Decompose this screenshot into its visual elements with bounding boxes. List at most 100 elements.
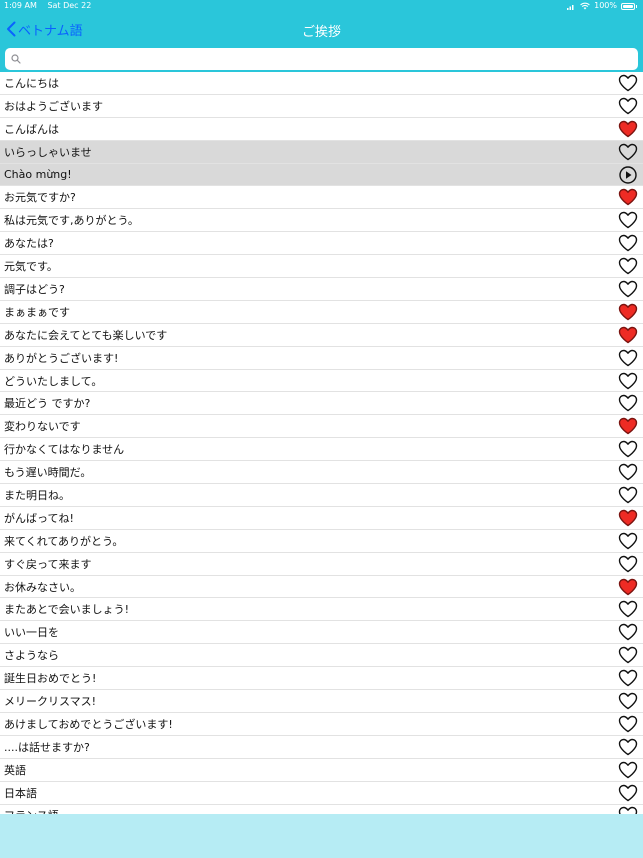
phrase-list[interactable]: こんにちはおはようございますこんばんはいらっしゃいませ Chào mừng! お元気… xyxy=(0,72,643,814)
phrase-text: また明日ね。 xyxy=(4,488,70,502)
phrase-text: どういたしまして。 xyxy=(4,374,103,388)
phrase-row[interactable]: 英語 xyxy=(0,759,643,782)
phrase-row[interactable]: フランス語 xyxy=(0,805,643,814)
navigation-bar: ベトナム語 ご挨拶 xyxy=(0,12,643,46)
heart-outline-icon[interactable] xyxy=(617,599,639,619)
heart-outline-icon[interactable] xyxy=(617,805,639,814)
translation-row[interactable]: Chào mừng! xyxy=(0,163,643,187)
heart-outline-icon[interactable] xyxy=(617,783,639,803)
heart-outline-icon[interactable] xyxy=(617,668,639,688)
phrase-text: こんばんは xyxy=(4,122,59,136)
phrase-text: あなたに会えてとても楽しいです xyxy=(4,328,168,342)
phrase-row[interactable]: 調子はどう? xyxy=(0,278,643,301)
phrase-row[interactable]: 私は元気です,ありがとう。 xyxy=(0,209,643,233)
phrase-row[interactable]: また明日ね。 xyxy=(0,484,643,507)
status-time: 1:09 AM xyxy=(4,1,37,10)
heart-outline-icon[interactable] xyxy=(617,73,639,93)
heart-outline-icon[interactable] xyxy=(617,691,639,711)
heart-filled-icon[interactable] xyxy=(617,119,639,139)
phrase-text: ありがとうございます! xyxy=(4,351,119,365)
status-date: Sat Dec 22 xyxy=(47,1,92,10)
phrase-text: こんにちは xyxy=(4,76,59,90)
heart-outline-icon[interactable] xyxy=(617,714,639,734)
search-bar xyxy=(0,46,643,72)
phrase-text: 誕生日おめでとう! xyxy=(4,672,97,686)
phrase-text: もう遅い時間だ。 xyxy=(4,466,92,480)
heart-filled-icon[interactable] xyxy=(617,508,639,528)
heart-filled-icon[interactable] xyxy=(617,187,639,207)
phrase-text: 来てくれてありがとう。 xyxy=(4,534,124,548)
phrase-text: またあとで会いましょう! xyxy=(4,603,130,617)
heart-outline-icon[interactable] xyxy=(617,256,639,276)
heart-outline-icon[interactable] xyxy=(617,348,639,368)
phrase-text: ....は話せますか? xyxy=(4,740,90,754)
phrase-row[interactable]: まぁまぁです xyxy=(0,301,643,324)
heart-outline-icon[interactable] xyxy=(617,393,639,413)
phrase-row[interactable]: メリークリスマス! xyxy=(0,690,643,713)
search-input[interactable] xyxy=(25,50,638,68)
heart-outline-icon[interactable] xyxy=(617,485,639,505)
phrase-row[interactable]: あなたに会えてとても楽しいです xyxy=(0,324,643,347)
phrase-row[interactable]: 行かなくてはなりません xyxy=(0,438,643,462)
heart-outline-icon[interactable] xyxy=(617,439,639,459)
heart-outline-icon[interactable] xyxy=(617,622,639,642)
heart-filled-icon[interactable] xyxy=(617,577,639,597)
phrase-row[interactable]: またあとで会いましょう! xyxy=(0,598,643,622)
battery-percent: 100% xyxy=(594,1,617,10)
phrase-row[interactable]: 最近どう ですか? xyxy=(0,392,643,416)
phrase-text: あなたは? xyxy=(4,237,54,251)
wifi-icon xyxy=(580,2,590,10)
phrase-text: がんばってね! xyxy=(4,511,74,525)
signal-icon xyxy=(567,4,574,10)
play-icon[interactable] xyxy=(617,165,639,185)
phrase-text: メリークリスマス! xyxy=(4,694,97,708)
phrase-text: 調子はどう? xyxy=(4,282,65,296)
phrase-row[interactable]: ありがとうございます! xyxy=(0,347,643,370)
phrase-row[interactable]: もう遅い時間だ。 xyxy=(0,461,643,485)
phrase-row[interactable]: お元気ですか? xyxy=(0,186,643,210)
phrase-row[interactable]: 元気です。 xyxy=(0,255,643,279)
phrase-row[interactable]: 変わりないです xyxy=(0,415,643,439)
heart-outline-icon[interactable] xyxy=(617,737,639,757)
heart-filled-icon[interactable] xyxy=(617,325,639,345)
heart-outline-icon[interactable] xyxy=(617,462,639,482)
translation-text: Chào mừng! xyxy=(4,168,72,181)
phrase-row[interactable]: こんばんは xyxy=(0,118,643,141)
phrase-row[interactable]: どういたしまして。 xyxy=(0,370,643,393)
phrase-text: 元気です。 xyxy=(4,260,58,274)
phrase-row[interactable]: いらっしゃいませ xyxy=(0,140,643,164)
heart-outline-icon[interactable] xyxy=(617,645,639,665)
phrase-row[interactable]: がんばってね! xyxy=(0,507,643,530)
heart-filled-icon[interactable] xyxy=(617,302,639,322)
heart-outline-icon[interactable] xyxy=(617,142,639,162)
heart-outline-icon[interactable] xyxy=(617,531,639,551)
phrase-row[interactable]: 日本語 xyxy=(0,782,643,805)
phrase-row[interactable]: あなたは? xyxy=(0,232,643,256)
phrase-text: 英語 xyxy=(4,763,26,777)
heart-outline-icon[interactable] xyxy=(617,554,639,574)
phrase-text: 私は元気です,ありがとう。 xyxy=(4,214,139,228)
phrase-row[interactable]: すぐ戻って来ます xyxy=(0,553,643,576)
phrase-text: 行かなくてはなりません xyxy=(4,443,125,457)
phrase-row[interactable]: さようなら xyxy=(0,644,643,668)
phrase-text: いい一日を xyxy=(4,626,59,640)
phrase-row[interactable]: お休みなさい。 xyxy=(0,576,643,599)
heart-filled-icon[interactable] xyxy=(617,416,639,436)
heart-outline-icon[interactable] xyxy=(617,96,639,116)
heart-outline-icon[interactable] xyxy=(617,279,639,299)
phrase-row[interactable]: おはようございます xyxy=(0,95,643,118)
heart-outline-icon[interactable] xyxy=(617,233,639,253)
phrase-row[interactable]: いい一日を xyxy=(0,621,643,645)
heart-outline-icon[interactable] xyxy=(617,210,639,230)
phrase-text: 最近どう ですか? xyxy=(4,397,91,411)
phrase-text: 変わりないです xyxy=(4,420,81,434)
heart-outline-icon[interactable] xyxy=(617,760,639,780)
phrase-row[interactable]: ....は話せますか? xyxy=(0,736,643,759)
phrase-row[interactable]: 誕生日おめでとう! xyxy=(0,667,643,691)
phrase-row[interactable]: こんにちは xyxy=(0,72,643,95)
phrase-row[interactable]: あけましておめでとうございます! xyxy=(0,713,643,736)
heart-outline-icon[interactable] xyxy=(617,371,639,391)
phrase-text: 日本語 xyxy=(4,786,37,800)
search-field[interactable] xyxy=(5,48,638,70)
phrase-row[interactable]: 来てくれてありがとう。 xyxy=(0,530,643,553)
